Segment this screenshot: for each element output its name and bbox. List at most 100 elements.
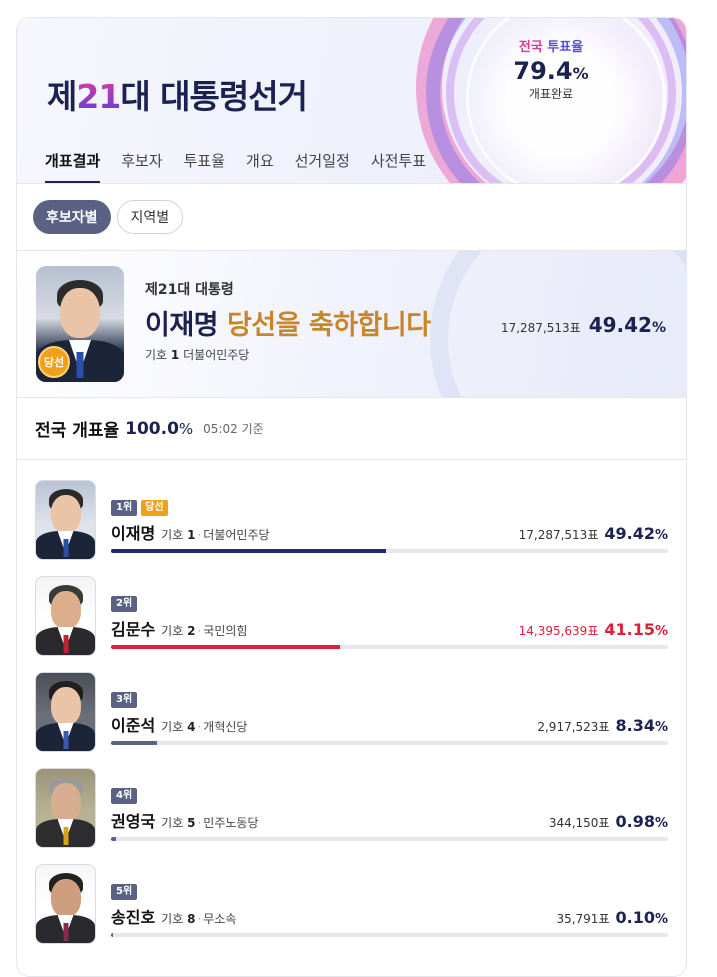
candidate-list: 1위 당선 이재명 기호 1 · 더불어민주당 17,287,513표 49.42% [17, 460, 686, 960]
vote-share-bar [111, 933, 668, 937]
candidate-line: 김문수 기호 2 · 국민의힘 14,395,639표 41.15% [111, 616, 668, 640]
candidate-result: 344,150표 0.98% [549, 812, 668, 831]
candidate-badges: 5위 [111, 884, 668, 900]
candidate-photo [35, 768, 96, 848]
candidate-meta: 기호 8 · 무소속 [161, 912, 237, 926]
count-rate-label: 전국 개표율 [35, 421, 120, 441]
tab-turnout[interactable]: 투표율 [184, 150, 225, 183]
winner-votes: 17,287,513표 49.42% [501, 313, 666, 337]
winner-photo: 당선 [36, 266, 124, 382]
winner-headline: 이재명 당선을 축하합니다 [145, 310, 431, 341]
winner-banner: 당선 제21대 대통령 이재명 당선을 축하합니다 기호 1 더불어민주당 17… [17, 250, 686, 398]
photo-face [50, 783, 81, 821]
photo-tie [76, 352, 84, 378]
header-banner: 제21대 대통령선거 전국 투표율 79.4% 개표완료 개표결과 후보자 투표… [17, 18, 686, 183]
national-turnout: 전국 투표율 79.4% 개표완료 [506, 36, 596, 102]
candidate-row[interactable]: 1위 당선 이재명 기호 1 · 더불어민주당 17,287,513표 49.42% [17, 480, 686, 576]
candidate-meta: 기호 1 · 더불어민주당 [161, 528, 270, 542]
candidate-percent: 8.34% [615, 716, 668, 735]
vote-share-bar [111, 549, 668, 553]
photo-face [50, 495, 81, 533]
tab-schedule[interactable]: 선거일정 [295, 150, 350, 183]
tab-bar: 개표결과 후보자 투표율 개요 선거일정 사전투표 [45, 150, 447, 183]
page-title: 제21대 대통령선거 [47, 77, 308, 116]
winner-percent: 49.42% [588, 313, 666, 337]
turnout-label: 전국 투표율 [518, 40, 584, 55]
candidate-percent: 49.42% [604, 524, 668, 543]
elected-badge: 당선 [38, 346, 70, 378]
candidate-votes: 2,917,523표 [537, 720, 610, 734]
candidate-photo [35, 864, 96, 944]
filter-bar: 후보자별 지역별 [17, 184, 686, 250]
candidate-votes: 344,150표 [548, 816, 610, 830]
candidate-result: 2,917,523표 8.34% [537, 716, 668, 735]
candidate-info: 2위 김문수 기호 2 · 국민의힘 14,395,639표 41.15% [111, 596, 668, 649]
count-rate-value: 100.0% [125, 418, 194, 439]
candidate-row[interactable]: 2위 김문수 기호 2 · 국민의힘 14,395,639표 41.15% [17, 576, 686, 672]
tab-overview[interactable]: 개요 [246, 150, 274, 183]
rank-badge: 3위 [111, 692, 138, 708]
winner-vote-count: 17,287,513표 [500, 321, 581, 335]
rank-badge: 4위 [111, 788, 138, 804]
candidate-badges: 3위 [111, 692, 668, 708]
candidate-votes: 14,395,639표 [518, 624, 599, 638]
candidate-name: 송진호 [111, 908, 156, 927]
vote-share-bar [111, 645, 668, 649]
candidate-result: 17,287,513표 49.42% [519, 524, 668, 543]
candidate-line: 이재명 기호 1 · 더불어민주당 17,287,513표 49.42% [111, 520, 668, 544]
national-count-rate: 전국 개표율 100.0% 05:02 기준 [17, 398, 686, 460]
candidate-badges: 2위 [111, 596, 668, 612]
candidate-row[interactable]: 4위 권영국 기호 5 · 민주노동당 344,150표 0.98% [17, 768, 686, 864]
candidate-info: 4위 권영국 기호 5 · 민주노동당 344,150표 0.98% [111, 788, 668, 841]
photo-tie [63, 923, 68, 941]
photo-face [50, 591, 81, 629]
candidate-name: 이재명 [111, 524, 156, 543]
candidate-row[interactable]: 5위 송진호 기호 8 · 무소속 35,791표 0.10% [17, 864, 686, 960]
candidate-photo [35, 480, 96, 560]
candidate-percent: 41.15% [604, 620, 668, 639]
vote-share-bar [111, 837, 668, 841]
candidate-photo [35, 672, 96, 752]
vote-share-fill [111, 933, 114, 937]
candidate-line: 이준석 기호 4 · 개혁신당 2,917,523표 8.34% [111, 712, 668, 736]
tab-candidates[interactable]: 후보자 [121, 150, 162, 183]
candidate-percent: 0.98% [615, 812, 668, 831]
candidate-votes: 35,791표 [556, 912, 610, 926]
candidate-line: 송진호 기호 8 · 무소속 35,791표 0.10% [111, 904, 668, 928]
candidate-line: 권영국 기호 5 · 민주노동당 344,150표 0.98% [111, 808, 668, 832]
turnout-status: 개표완료 [528, 87, 574, 101]
filter-by-candidate[interactable]: 후보자별 [33, 200, 111, 234]
photo-face [50, 687, 81, 725]
candidate-percent: 0.10% [615, 908, 668, 927]
winner-office: 제21대 대통령 [145, 282, 234, 298]
rank-badge: 1위 [111, 500, 138, 516]
candidate-row[interactable]: 3위 이준석 기호 4 · 개혁신당 2,917,523표 8.34% [17, 672, 686, 768]
election-card: 제21대 대통령선거 전국 투표율 79.4% 개표완료 개표결과 후보자 투표… [16, 17, 687, 977]
candidate-badges: 1위 당선 [111, 500, 668, 516]
winner-text: 제21대 대통령 이재명 당선을 축하합니다 기호 1 더불어민주당 [145, 279, 431, 363]
count-timestamp: 05:02 기준 [203, 422, 264, 436]
tab-results[interactable]: 개표결과 [45, 150, 101, 183]
candidate-meta: 기호 5 · 민주노동당 [161, 816, 259, 830]
candidate-name: 이준석 [111, 716, 156, 735]
candidate-result: 14,395,639표 41.15% [519, 620, 668, 639]
vote-share-fill [111, 549, 387, 553]
photo-face [60, 288, 100, 338]
candidate-info: 3위 이준석 기호 4 · 개혁신당 2,917,523표 8.34% [111, 692, 668, 745]
photo-tie [63, 539, 68, 557]
candidate-badges: 4위 [111, 788, 668, 804]
tab-early-voting[interactable]: 사전투표 [371, 150, 426, 183]
candidate-result: 35,791표 0.10% [556, 908, 668, 927]
photo-tie [63, 635, 68, 653]
turnout-value: 79.4% [513, 57, 589, 85]
vote-share-fill [111, 741, 158, 745]
elected-badge: 당선 [141, 500, 168, 516]
candidate-meta: 기호 2 · 국민의힘 [161, 624, 248, 638]
vote-share-bar [111, 741, 668, 745]
filter-by-region[interactable]: 지역별 [116, 200, 184, 234]
candidate-votes: 17,287,513표 [518, 528, 599, 542]
candidate-info: 5위 송진호 기호 8 · 무소속 35,791표 0.10% [111, 884, 668, 937]
rank-badge: 2위 [111, 596, 138, 612]
candidate-info: 1위 당선 이재명 기호 1 · 더불어민주당 17,287,513표 49.42% [111, 500, 668, 553]
photo-tie [63, 731, 68, 749]
